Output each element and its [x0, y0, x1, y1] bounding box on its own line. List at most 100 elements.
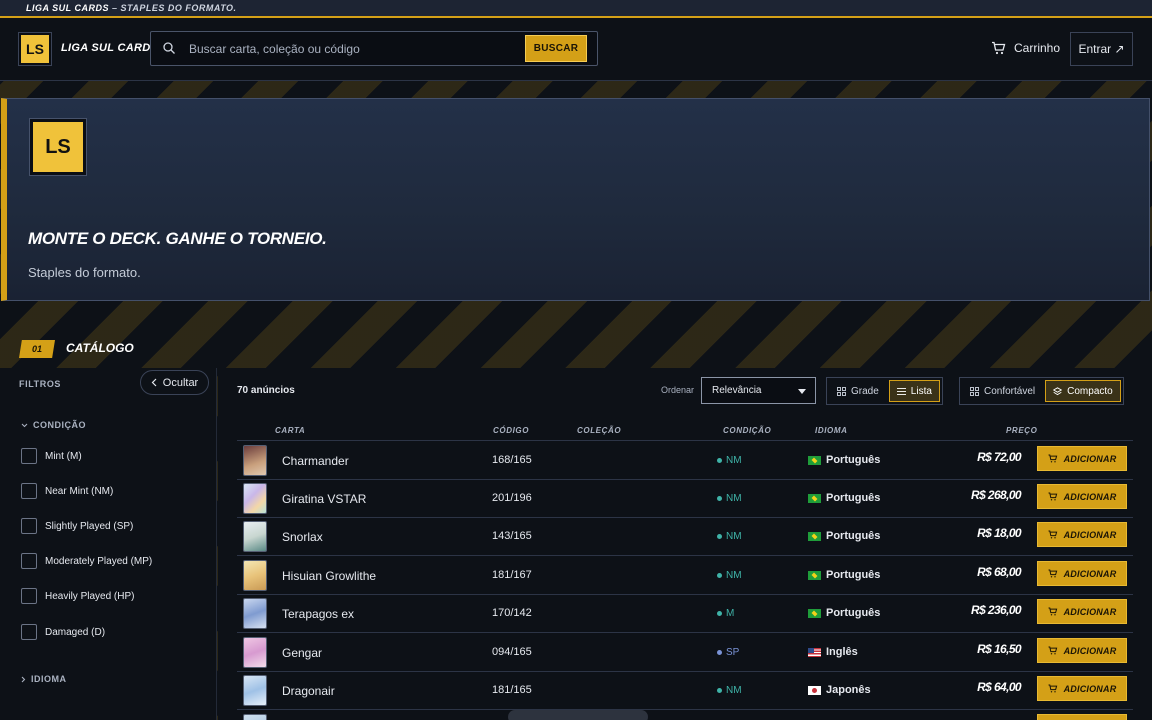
table-row[interactable]: Gengar 094/165 SP Inglês R$ 16,50 ADICIO… [237, 634, 1133, 672]
checkbox[interactable] [21, 448, 37, 464]
density-compact-button[interactable]: Compacto [1045, 380, 1121, 402]
card-language: Português [808, 492, 880, 504]
filter-condition-damaged[interactable]: Damaged (D) [21, 624, 105, 640]
table-row[interactable]: Dragonair 181/165 NM Japonês R$ 64,00 AD… [237, 672, 1133, 710]
table-row[interactable]: Terapagos ex 170/142 M Português R$ 236,… [237, 595, 1133, 633]
density-comfortable-button[interactable]: Confortável [962, 380, 1043, 402]
flag-japan-icon [808, 685, 821, 695]
card-thumbnail[interactable] [243, 560, 267, 591]
filters-sidebar: FILTROS Ocultar CONDIÇÃO Mint (M) Near M… [0, 368, 217, 720]
cart-icon [1048, 569, 1057, 578]
card-name[interactable]: Dragonair [282, 684, 335, 698]
condition-label: NM [726, 685, 742, 696]
card-price: R$ 236,00 [971, 603, 1022, 617]
column-card[interactable]: CARTA [275, 426, 305, 435]
add-to-cart-button[interactable]: ADICIONAR [1037, 522, 1127, 547]
card-thumbnail[interactable] [243, 483, 267, 514]
card-thumbnail[interactable] [243, 675, 267, 706]
table-row[interactable]: Giratina VSTAR 201/196 NM Português R$ 2… [237, 480, 1133, 518]
filter-condition-slightly-played[interactable]: Slightly Played (SP) [21, 518, 133, 534]
order-select[interactable]: Relevância [701, 377, 816, 404]
table-row[interactable]: Hisuian Growlithe 181/167 NM Português R… [237, 557, 1133, 595]
card-thumbnail[interactable] [243, 521, 267, 552]
condition-group-toggle[interactable]: CONDIÇÃO [21, 420, 86, 430]
add-to-cart-button[interactable] [1037, 714, 1127, 720]
chevron-down-icon [21, 423, 28, 427]
column-condition[interactable]: CONDIÇÃO [723, 426, 771, 435]
order-value: Relevância [712, 385, 762, 396]
card-name[interactable]: Snorlax [282, 530, 323, 544]
view-list-label: Lista [910, 385, 932, 397]
flag-brazil-icon [808, 493, 821, 503]
search-input[interactable] [189, 40, 519, 58]
add-to-cart-button[interactable]: ADICIONAR [1037, 676, 1127, 701]
card-condition: SP [717, 647, 739, 658]
table-row[interactable]: Snorlax 143/165 NM Português R$ 18,00 AD… [237, 518, 1133, 556]
view-list-button[interactable]: Lista [888, 380, 940, 402]
card-name[interactable]: Charmander [282, 454, 349, 468]
card-language: Português [808, 530, 880, 542]
filter-condition-heavily-played[interactable]: Heavily Played (HP) [21, 588, 134, 604]
login-button[interactable]: Entrar ↗ [1070, 32, 1133, 66]
add-to-cart-button[interactable]: ADICIONAR [1037, 561, 1127, 586]
add-to-cart-button[interactable]: ADICIONAR [1037, 446, 1127, 471]
status-dot [717, 534, 722, 539]
add-label: ADICIONAR [1063, 529, 1117, 540]
card-name[interactable]: Hisuian Growlithe [282, 569, 376, 583]
density-toggle: Confortável Compacto [959, 377, 1124, 405]
checkbox[interactable] [21, 624, 37, 640]
column-code[interactable]: CÓDIGO [493, 426, 529, 435]
condition-label: NM [726, 531, 742, 542]
card-thumbnail[interactable] [243, 598, 267, 629]
hide-filters-button[interactable]: Ocultar [140, 370, 209, 395]
site-header: LS LIGA SUL CARDS BUSCAR Carrinho Entrar… [0, 18, 1152, 81]
add-to-cart-button[interactable]: ADICIONAR [1037, 638, 1127, 663]
add-to-cart-button[interactable]: ADICIONAR [1037, 484, 1127, 509]
filter-condition-near-mint[interactable]: Near Mint (NM) [21, 483, 113, 499]
filter-label: Heavily Played (HP) [45, 590, 135, 602]
filter-label: Near Mint (NM) [45, 485, 114, 497]
filter-condition-moderately-played[interactable]: Moderately Played (MP) [21, 553, 152, 569]
order-label: Ordenar [661, 385, 695, 395]
card-thumbnail[interactable] [243, 637, 267, 668]
language-label: Português [826, 607, 881, 619]
language-label: Português [826, 569, 881, 581]
cart-icon [1048, 684, 1057, 693]
search-button[interactable]: BUSCAR [525, 35, 587, 62]
checkbox[interactable] [21, 518, 37, 534]
cart-link[interactable]: Carrinho [991, 41, 1060, 55]
card-name[interactable]: Gengar [282, 646, 322, 660]
card-thumbnail[interactable] [243, 445, 267, 476]
card-condition: NM [717, 570, 742, 581]
card-name[interactable]: Giratina VSTAR [282, 492, 366, 506]
column-collection[interactable]: COLEÇÃO [577, 426, 621, 435]
column-language[interactable]: IDIOMA [815, 426, 848, 435]
hero-subtitle: Staples do formato. [28, 265, 141, 280]
hero-title: MONTE O DECK. GANHE O TORNEIO. [28, 229, 327, 248]
view-grid-button[interactable]: Grade [829, 380, 887, 402]
logo[interactable]: LS [19, 33, 51, 65]
brand-name[interactable]: LIGA SUL CARDS [61, 42, 158, 54]
checkbox[interactable] [21, 483, 37, 499]
table-row[interactable] [237, 711, 1133, 720]
checkbox[interactable] [21, 553, 37, 569]
section-title: CATÁLOGO [66, 341, 134, 355]
language-label: Português [826, 530, 881, 542]
language-group-toggle[interactable]: IDIOMA [21, 674, 67, 684]
card-price: R$ 64,00 [977, 680, 1022, 694]
layers-icon [1053, 386, 1063, 395]
column-price[interactable]: PREÇO [1006, 426, 1037, 435]
card-language: Japonês [808, 684, 871, 696]
add-to-cart-button[interactable]: ADICIONAR [1037, 599, 1127, 624]
condition-label: SP [726, 647, 740, 658]
flag-usa-icon [808, 647, 821, 657]
caret-down-icon [798, 389, 806, 394]
chevron-right-icon [21, 676, 26, 682]
checkbox[interactable] [21, 588, 37, 604]
card-thumbnail[interactable] [243, 714, 267, 720]
hide-filters-label: Ocultar [162, 376, 199, 389]
table-row[interactable]: Charmander 168/165 NM Português R$ 72,00… [237, 442, 1133, 480]
filter-condition-mint[interactable]: Mint (M) [21, 448, 82, 464]
floating-toolbar[interactable] [508, 710, 648, 720]
card-name[interactable]: Terapagos ex [282, 607, 354, 621]
